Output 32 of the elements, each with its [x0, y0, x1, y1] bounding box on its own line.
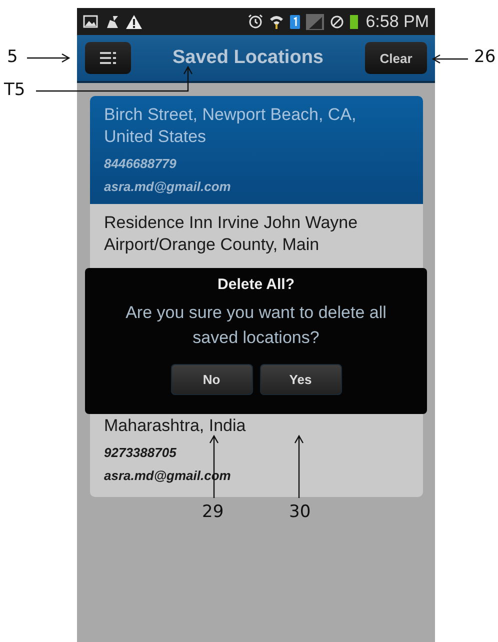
yes-button[interactable]: Yes	[260, 364, 342, 395]
menu-button[interactable]	[85, 42, 131, 74]
callout-number: T5	[4, 80, 26, 100]
status-time: 6:58 PM	[366, 12, 429, 32]
location-item[interactable]: Birch Street, Newport Beach, CA, United States 8446688779 asra.md@gmail.com	[90, 96, 423, 204]
callout-number: 30	[289, 502, 311, 522]
callout-arrow	[294, 434, 304, 498]
location-address: Maharashtra, India	[104, 415, 246, 437]
dialog-message: Are you sure you want to delete all saved locations?	[124, 302, 388, 349]
clear-button[interactable]: Clear	[365, 42, 427, 74]
menu-icon	[100, 52, 116, 64]
callout-number: 26	[474, 47, 496, 67]
location-email: asra.md@gmail.com	[104, 179, 231, 194]
no-button[interactable]: No	[170, 364, 252, 395]
warning-icon	[126, 14, 142, 28]
callout-arrow	[27, 53, 70, 63]
alarm-icon	[248, 14, 263, 29]
wifi-icon	[268, 14, 284, 29]
battery-icon	[350, 14, 358, 29]
signal-icon	[306, 14, 324, 30]
dialog-title: Delete All?	[218, 276, 294, 293]
screen-title: Saved Locations	[172, 47, 324, 69]
callout-number: 5	[7, 47, 18, 67]
sim-icon	[290, 14, 300, 28]
image-icon	[83, 15, 98, 28]
blocked-icon	[330, 14, 344, 28]
callout-arrow	[432, 54, 468, 64]
location-phone: 8446688779	[104, 156, 176, 171]
location-phone: 9273388705	[104, 445, 176, 460]
callout-number: 29	[202, 502, 224, 522]
broom-icon	[104, 14, 120, 28]
location-address: Birch Street, Newport Beach, CA, United States	[104, 104, 358, 148]
